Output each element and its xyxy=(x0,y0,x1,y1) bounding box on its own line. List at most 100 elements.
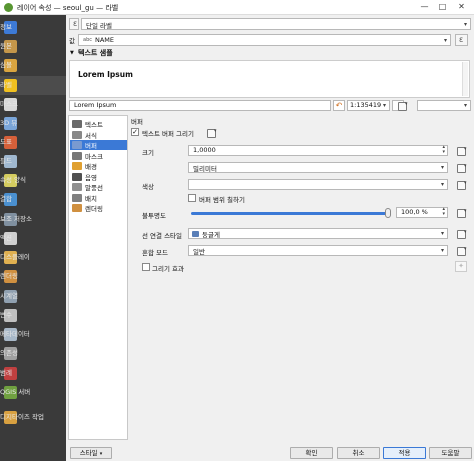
blend-mode-select[interactable]: 일반 ▾ xyxy=(188,245,448,256)
sidebar-item[interactable]: QGIS 서버 xyxy=(0,383,66,402)
expression-button[interactable] xyxy=(455,34,468,46)
sidebar-item[interactable]: 의존성 xyxy=(0,344,66,363)
help-button[interactable]: 도움말 xyxy=(429,447,472,459)
sidebar-item[interactable]: 렌더링 xyxy=(0,267,66,286)
collapse-arrow-icon[interactable]: ▼ xyxy=(70,50,74,56)
customize-effects-icon[interactable]: ✦ xyxy=(455,261,467,272)
text-preview: Lorem Ipsum xyxy=(69,60,470,98)
minimize-button[interactable]: — xyxy=(418,1,431,13)
qgis-logo-icon xyxy=(4,3,13,12)
opacity-slider-handle[interactable] xyxy=(385,208,391,218)
data-defined-override-icon[interactable] xyxy=(455,228,469,239)
cancel-button[interactable]: 취소 xyxy=(337,447,380,459)
labeling-mode-select[interactable]: 단일 라벨 ▾ xyxy=(81,18,471,30)
spin-arrows-icon[interactable]: ▴ ▾ xyxy=(442,207,445,217)
style-menu-button[interactable]: 스타일 ▾ xyxy=(70,447,112,459)
data-defined-override-icon[interactable] xyxy=(455,162,469,173)
data-defined-override-icon[interactable] xyxy=(455,145,469,156)
sidebar-item-label: 시계열 xyxy=(0,292,18,300)
sidebar-item[interactable]: 3D 뷰 xyxy=(0,114,66,133)
settings-tab[interactable]: 배경 xyxy=(70,161,127,171)
labels-mode-icon xyxy=(69,18,79,30)
fill-buffer-interior-checkbox[interactable] xyxy=(188,194,196,202)
blend-mode-label: 혼합 모드 xyxy=(142,249,168,257)
preview-scrollbar[interactable] xyxy=(462,62,468,96)
settings-tab[interactable]: 렌더링 xyxy=(70,203,127,213)
settings-tab[interactable]: 버퍼 xyxy=(70,140,127,150)
buffer-unit-value: 밀리미터 xyxy=(193,165,217,173)
blend-mode-value: 일반 xyxy=(193,248,205,256)
sidebar-item[interactable]: 라벨 xyxy=(0,76,66,95)
settings-tab[interactable]: 마스크 xyxy=(70,151,127,161)
settings-tab[interactable]: 텍스트 xyxy=(70,119,127,129)
sidebar-item-label: 변수 xyxy=(0,311,12,319)
sidebar-item-label: 디지타이즈 작업 xyxy=(0,412,44,421)
draw-effects-checkbox[interactable] xyxy=(142,263,150,271)
opacity-spinbox[interactable]: 100,0 % ▴ ▾ xyxy=(396,207,448,218)
preview-scale-select[interactable]: 1:135419 ▾ xyxy=(347,100,390,111)
apply-button[interactable]: 적용 xyxy=(383,447,426,459)
join-style-label: 선 연결 스타일 xyxy=(142,232,183,240)
draw-buffer-checkbox[interactable]: ✓ xyxy=(131,128,139,136)
data-defined-override-icon[interactable] xyxy=(455,207,469,218)
join-style-select[interactable]: 둥글게 ▾ xyxy=(188,228,448,239)
sidebar-item[interactable]: 액션 xyxy=(0,229,66,248)
sidebar-item[interactable]: 필드 xyxy=(0,152,66,171)
buffer-unit-select[interactable]: 밀리미터 ▾ xyxy=(188,162,448,173)
sidebar-item-label: 라벨 xyxy=(0,81,12,89)
sidebar-item-label: 의존성 xyxy=(0,349,18,357)
sidebar-item-label: 정보 xyxy=(0,23,12,31)
label-field-select[interactable]: abc NAME ▾ xyxy=(78,34,451,46)
shadow-icon xyxy=(72,172,82,181)
sidebar-item[interactable]: 범례 xyxy=(0,364,66,383)
placement-icon xyxy=(72,193,82,202)
preview-text-input[interactable]: Lorem Ipsum xyxy=(69,100,331,111)
draw-effects-label: 그리기 효과 xyxy=(152,265,184,273)
data-defined-override-icon[interactable] xyxy=(205,127,219,138)
sidebar-item[interactable]: 시계열 xyxy=(0,287,66,306)
chevron-down-icon: ▾ xyxy=(440,181,444,188)
sidebar-item[interactable]: 변수 xyxy=(0,306,66,325)
ok-button[interactable]: 확인 xyxy=(290,447,333,459)
data-defined-override-icon[interactable] xyxy=(455,245,469,256)
text-icon xyxy=(72,120,82,128)
sidebar-item-label: QGIS 서버 xyxy=(0,388,31,396)
sidebar-item-label: 보조 저장소 xyxy=(0,215,32,223)
label-field-value: NAME xyxy=(95,36,115,44)
settings-tab[interactable]: 말풍선 xyxy=(70,182,127,192)
preview-background-select[interactable]: ▾ xyxy=(417,100,471,111)
sidebar-item-label: 도표 xyxy=(0,138,12,146)
reset-preview-icon[interactable]: ↶ xyxy=(333,100,345,111)
background-color-button[interactable] xyxy=(396,100,414,111)
settings-tab[interactable]: 배치 xyxy=(70,193,127,203)
settings-tab[interactable]: 음영 xyxy=(70,172,127,182)
sidebar-item[interactable]: 디지타이즈 작업 xyxy=(0,404,66,430)
sidebar-item[interactable]: 마스크 xyxy=(0,95,66,114)
buffer-size-input[interactable]: 1,0000 ▴ ▾ xyxy=(188,145,448,156)
settings-tab-label: 마스크 xyxy=(85,152,103,161)
sidebar-item[interactable]: 원본 xyxy=(0,37,66,56)
close-button[interactable]: ✕ xyxy=(455,1,468,13)
sidebar-item[interactable]: 결합 xyxy=(0,190,66,209)
sidebar-item[interactable]: 심볼 xyxy=(0,56,66,75)
window-title: 레이어 속성 — seoul_gu — 라벨 xyxy=(17,4,119,12)
sidebar-item[interactable]: 속성 양식 xyxy=(0,171,66,190)
preview-scale-value: 1:135419 xyxy=(350,101,382,109)
data-defined-override-icon[interactable] xyxy=(455,179,469,190)
sidebar-item-label: 심볼 xyxy=(0,61,12,69)
preview-sample-text: Lorem Ipsum xyxy=(78,70,133,79)
buffer-color-button[interactable]: ▾ xyxy=(188,179,448,190)
sidebar-item[interactable]: 디스플레이 xyxy=(0,248,66,267)
sidebar-item[interactable]: 메타데이터 xyxy=(0,325,66,344)
settings-tab[interactable]: 서식 xyxy=(70,130,127,140)
preview-text-value: Lorem Ipsum xyxy=(74,101,117,109)
sidebar-item[interactable]: 보조 저장소 xyxy=(0,210,66,229)
spin-arrows-icon[interactable]: ▴ ▾ xyxy=(442,145,445,155)
sidebar-item-label: 액션 xyxy=(0,234,12,242)
settings-tab-label: 버퍼 xyxy=(85,142,97,150)
sidebar-item[interactable]: 정보 xyxy=(0,18,66,37)
sidebar-item[interactable]: 도표 xyxy=(0,133,66,152)
properties-sidebar: 정보원본심볼라벨마스크 3D 뷰도표필드 속성 양식 결합보조 저장소액션디스플레이 렌… xyxy=(0,15,66,461)
maximize-button[interactable]: □ xyxy=(436,1,449,13)
opacity-slider[interactable] xyxy=(191,212,391,215)
